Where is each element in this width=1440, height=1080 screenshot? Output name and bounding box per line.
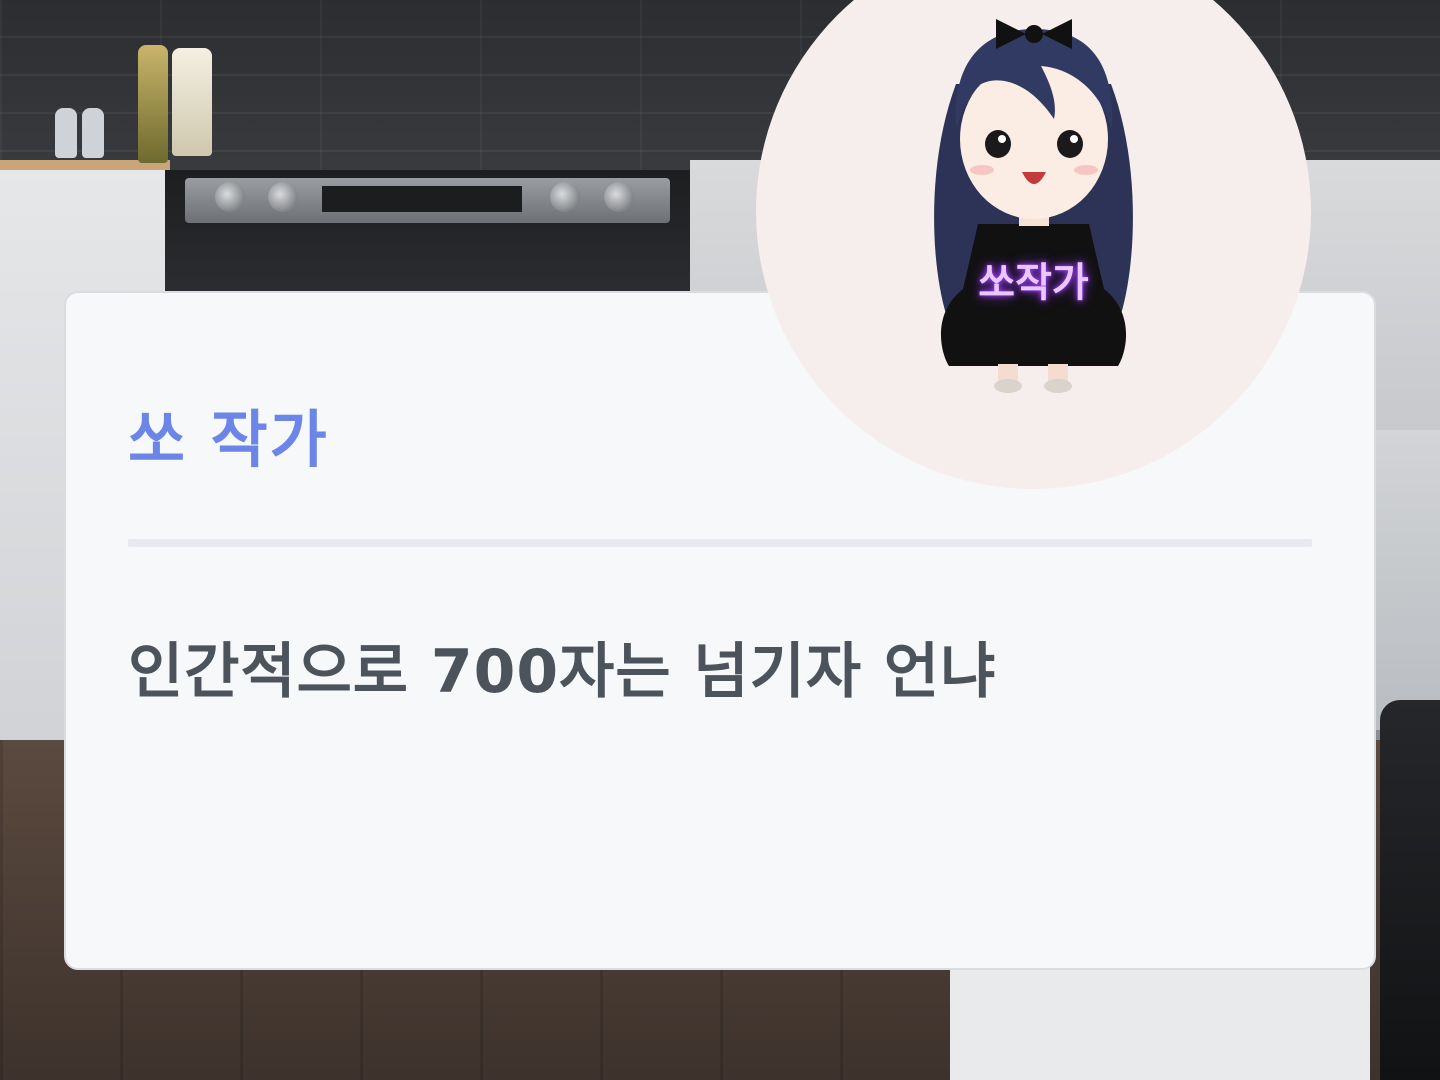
stove-knob <box>215 182 245 212</box>
spice-jar <box>55 108 77 158</box>
game-scene: 쏘 작가 인간적으로 700자는 넘기자 언냐 쏘작가 <box>0 0 1440 1080</box>
stove-knob <box>550 182 580 212</box>
stove-knob <box>604 182 634 212</box>
character-avatar: 쏘작가 <box>756 0 1311 489</box>
avatar-name-tag: 쏘작가 <box>978 260 1089 306</box>
dialog-text: 인간적으로 700자는 넘기자 언냐 <box>128 637 997 707</box>
stove-knob <box>268 182 298 212</box>
spice-jar <box>82 108 104 158</box>
stove-display <box>322 186 522 212</box>
sauce-bottle <box>172 48 212 156</box>
oil-bottle <box>138 45 168 163</box>
dialog-divider <box>128 539 1312 547</box>
kitchen-island <box>950 960 1370 1080</box>
bar-chair <box>1380 700 1440 1080</box>
speaker-name: 쏘 작가 <box>128 403 329 476</box>
character-portrait-icon <box>934 19 1133 393</box>
